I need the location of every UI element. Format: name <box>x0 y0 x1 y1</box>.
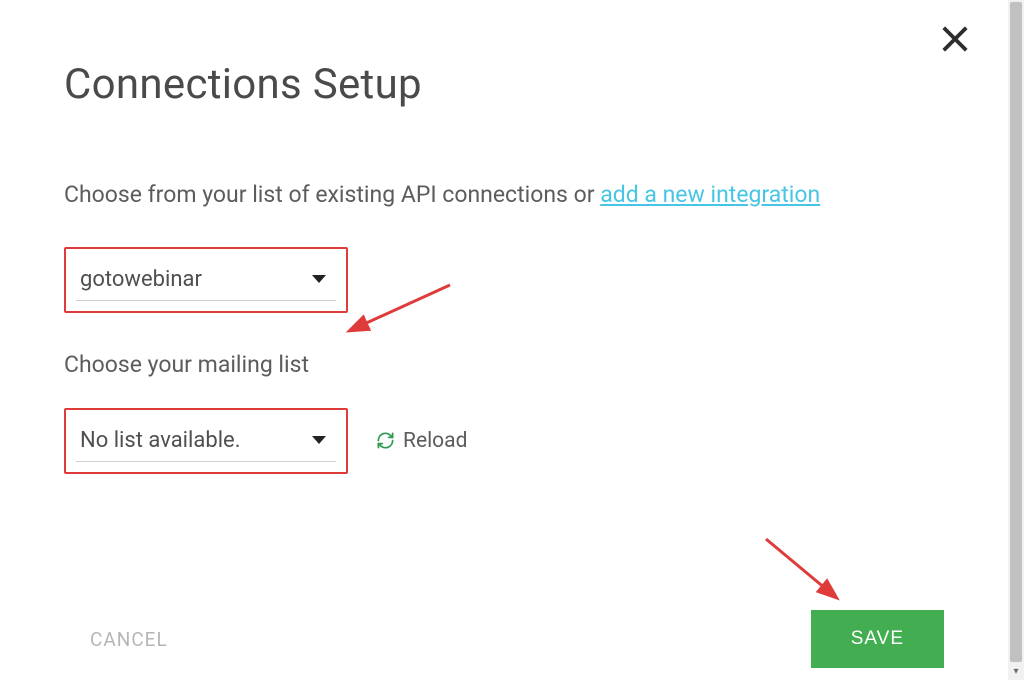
mailing-list-select[interactable]: No list available. <box>76 424 336 462</box>
close-icon <box>940 24 970 54</box>
scrollbar-thumb[interactable] <box>1010 2 1022 662</box>
connections-setup-dialog: Connections Setup Choose from your list … <box>0 0 1008 680</box>
connection-select-highlight: gotowebinar <box>64 247 348 313</box>
connection-select[interactable]: gotowebinar <box>76 263 336 301</box>
intro-text: Choose from your list of existing API co… <box>64 177 944 213</box>
mailing-list-select-value: No list available. <box>80 428 241 453</box>
dialog-title: Connections Setup <box>64 60 944 109</box>
annotation-arrow-icon <box>350 280 460 340</box>
save-button[interactable]: SAVE <box>811 610 944 668</box>
chevron-down-icon <box>312 436 326 444</box>
cancel-button[interactable]: CANCEL <box>64 614 194 665</box>
reload-button[interactable]: Reload <box>376 429 467 453</box>
dialog-footer: CANCEL SAVE <box>64 610 944 668</box>
reload-label: Reload <box>403 429 467 453</box>
close-button[interactable] <box>940 24 970 58</box>
annotation-arrow-icon <box>760 533 860 603</box>
connection-select-value: gotowebinar <box>80 267 202 292</box>
intro-text-static: Choose from your list of existing API co… <box>64 181 600 208</box>
vertical-scrollbar[interactable]: ▾ <box>1008 0 1024 680</box>
mailing-list-label: Choose your mailing list <box>64 351 944 378</box>
scrollbar-down-arrow-icon[interactable]: ▾ <box>1008 664 1024 680</box>
mailing-list-select-highlight: No list available. <box>64 408 348 474</box>
add-integration-link[interactable]: add a new integration <box>600 181 820 208</box>
chevron-down-icon <box>312 275 326 283</box>
reload-icon <box>376 431 395 450</box>
